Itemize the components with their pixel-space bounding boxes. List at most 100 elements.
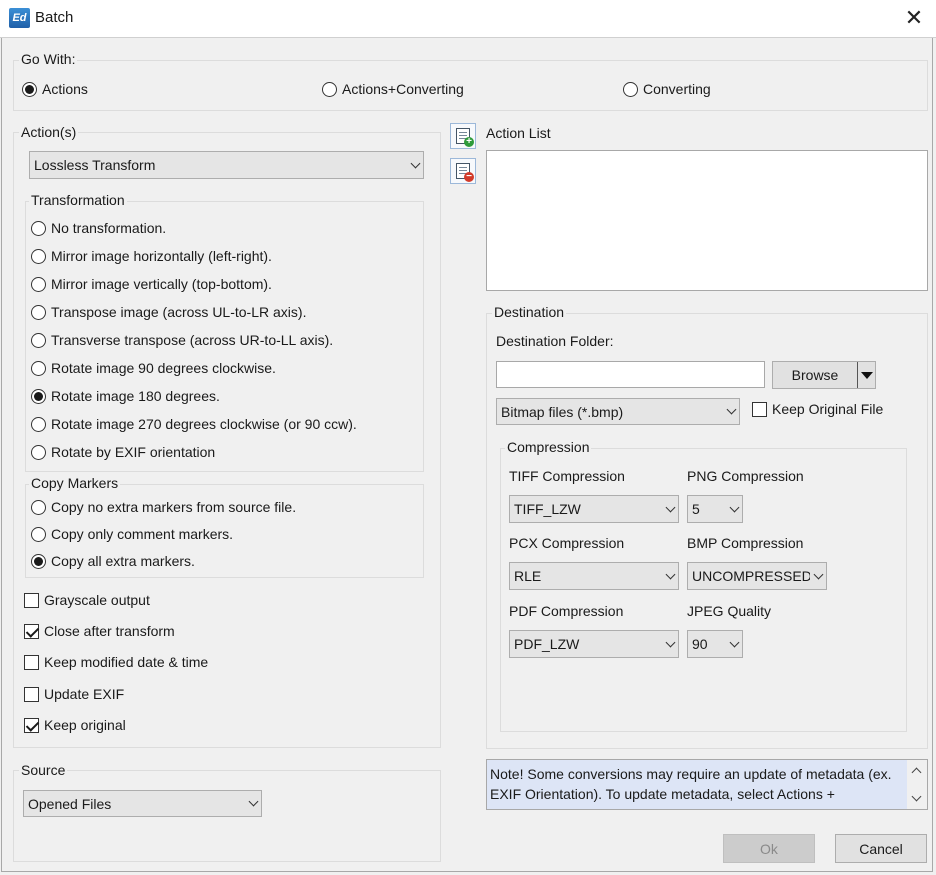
close-after-transform-checkbox[interactable]: Close after transform <box>24 623 175 639</box>
copy-no-markers-radio[interactable]: Copy no extra markers from source file. <box>31 499 296 515</box>
radio-label: Rotate image 90 degrees clockwise. <box>51 360 276 376</box>
tiff-compression-value: TIFF_LZW <box>514 501 581 517</box>
radio-indicator[interactable] <box>22 81 37 97</box>
pcx-compression-value: RLE <box>514 568 542 584</box>
chevron-down-icon[interactable] <box>662 563 678 589</box>
browse-button[interactable]: Browse <box>772 361 876 389</box>
action-list-box[interactable] <box>486 150 928 291</box>
action-select[interactable]: Lossless Transform <box>29 151 424 179</box>
ok-button[interactable]: Ok <box>723 834 815 863</box>
radio-indicator[interactable] <box>31 553 46 569</box>
close-icon[interactable]: ✕ <box>900 4 928 32</box>
destination-folder-input[interactable] <box>496 361 765 388</box>
chevron-down-icon[interactable] <box>726 496 742 522</box>
checkbox-indicator[interactable] <box>24 623 39 639</box>
radio-label: Mirror image vertically (top-bottom). <box>51 276 272 292</box>
radio-indicator[interactable] <box>31 416 46 432</box>
app-logo-icon: Ed <box>9 8 30 28</box>
radio-indicator[interactable] <box>322 81 337 97</box>
transform-rotate-270-radio[interactable]: Rotate image 270 degrees clockwise (or 9… <box>31 416 357 432</box>
source-select[interactable]: Opened Files <box>23 790 262 817</box>
transform-none-radio[interactable]: No transformation. <box>31 220 166 236</box>
radio-indicator[interactable] <box>31 526 46 542</box>
radio-indicator[interactable] <box>31 388 46 404</box>
compression-label: Compression <box>505 439 592 455</box>
radio-indicator[interactable] <box>31 499 46 515</box>
update-exif-checkbox[interactable]: Update EXIF <box>24 686 124 702</box>
go-with-converting-radio[interactable]: Converting <box>623 81 711 97</box>
source-select-value: Opened Files <box>28 795 112 812</box>
checkbox-indicator[interactable] <box>24 686 39 702</box>
radio-indicator[interactable] <box>31 444 46 460</box>
radio-label: Copy no extra markers from source file. <box>51 499 297 515</box>
pdf-compression-label: PDF Compression <box>509 603 624 619</box>
radio-indicator[interactable] <box>31 248 46 264</box>
scroll-up-icon[interactable] <box>911 767 922 778</box>
browse-dropdown-icon[interactable] <box>857 362 875 388</box>
note-scrollbar[interactable] <box>907 760 927 809</box>
bmp-compression-value: UNCOMPRESSED <box>692 568 810 584</box>
destination-folder-label: Destination Folder: <box>496 333 614 349</box>
add-action-button[interactable]: + <box>450 123 476 149</box>
transform-mirror-h-radio[interactable]: Mirror image horizontally (left-right). <box>31 248 272 264</box>
file-type-select[interactable]: Bitmap files (*.bmp) <box>496 398 740 425</box>
transform-transpose-radio[interactable]: Transpose image (across UL-to-LR axis). <box>31 304 306 320</box>
metadata-note-text: Note! Some conversions may require an up… <box>490 766 892 809</box>
checkbox-indicator[interactable] <box>24 654 39 670</box>
action-select-value: Lossless Transform <box>34 157 156 173</box>
transform-exif-radio[interactable]: Rotate by EXIF orientation <box>31 444 215 460</box>
source-label: Source <box>19 762 68 778</box>
transformation-label: Transformation <box>29 192 127 208</box>
go-with-label: Go With: <box>19 51 78 67</box>
radio-indicator[interactable] <box>31 276 46 292</box>
radio-indicator[interactable] <box>31 304 46 320</box>
radio-indicator[interactable] <box>31 220 46 236</box>
transform-transverse-radio[interactable]: Transverse transpose (across UR-to-LL ax… <box>31 332 333 348</box>
tiff-compression-select[interactable]: TIFF_LZW <box>509 495 679 523</box>
transform-rotate-180-radio[interactable]: Rotate image 180 degrees. <box>31 388 220 404</box>
copy-markers-label: Copy Markers <box>29 475 121 491</box>
png-compression-label: PNG Compression <box>687 468 804 484</box>
radio-label: Rotate image 270 degrees clockwise (or 9… <box>51 416 357 432</box>
grayscale-checkbox[interactable]: Grayscale output <box>24 592 150 608</box>
go-with-actions-converting-radio[interactable]: Actions+Converting <box>322 81 464 97</box>
scroll-down-icon[interactable] <box>911 791 922 802</box>
cancel-button[interactable]: Cancel <box>835 834 927 863</box>
copy-comment-markers-radio[interactable]: Copy only comment markers. <box>31 526 233 542</box>
chevron-down-icon[interactable] <box>810 563 826 589</box>
add-action-icon: + <box>456 128 474 147</box>
checkbox-label: Keep original <box>44 717 126 733</box>
png-compression-select[interactable]: 5 <box>687 495 743 523</box>
keep-modified-date-checkbox[interactable]: Keep modified date & time <box>24 654 208 670</box>
action-list-label: Action List <box>486 125 551 141</box>
transform-mirror-v-radio[interactable]: Mirror image vertically (top-bottom). <box>31 276 272 292</box>
chevron-down-icon[interactable] <box>407 152 423 178</box>
radio-indicator[interactable] <box>31 332 46 348</box>
tiff-compression-label: TIFF Compression <box>509 468 625 484</box>
radio-label: Copy only comment markers. <box>51 526 234 542</box>
chevron-down-icon[interactable] <box>726 631 742 657</box>
checkbox-indicator[interactable] <box>24 592 39 608</box>
bmp-compression-select[interactable]: UNCOMPRESSED <box>687 562 827 590</box>
chevron-down-icon[interactable] <box>662 631 678 657</box>
remove-action-icon: − <box>456 163 474 182</box>
radio-label: No transformation. <box>51 220 167 236</box>
chevron-down-icon[interactable] <box>662 496 678 522</box>
keep-original-checkbox[interactable]: Keep original <box>24 717 126 733</box>
keep-original-file-checkbox[interactable]: Keep Original File <box>752 401 883 417</box>
chevron-down-icon[interactable] <box>723 399 739 424</box>
radio-indicator[interactable] <box>623 81 638 97</box>
checkbox-indicator[interactable] <box>24 717 39 733</box>
radio-label: Converting <box>643 81 711 97</box>
radio-indicator[interactable] <box>31 360 46 376</box>
jpeg-quality-select[interactable]: 90 <box>687 630 743 658</box>
checkbox-indicator[interactable] <box>752 401 767 417</box>
pcx-compression-select[interactable]: RLE <box>509 562 679 590</box>
go-with-actions-radio[interactable]: Actions <box>22 81 88 97</box>
checkbox-label: Grayscale output <box>44 592 150 608</box>
chevron-down-icon[interactable] <box>245 791 261 816</box>
transform-rotate-90-radio[interactable]: Rotate image 90 degrees clockwise. <box>31 360 276 376</box>
copy-all-markers-radio[interactable]: Copy all extra markers. <box>31 553 195 569</box>
remove-action-button[interactable]: − <box>450 158 476 184</box>
pdf-compression-select[interactable]: PDF_LZW <box>509 630 679 658</box>
